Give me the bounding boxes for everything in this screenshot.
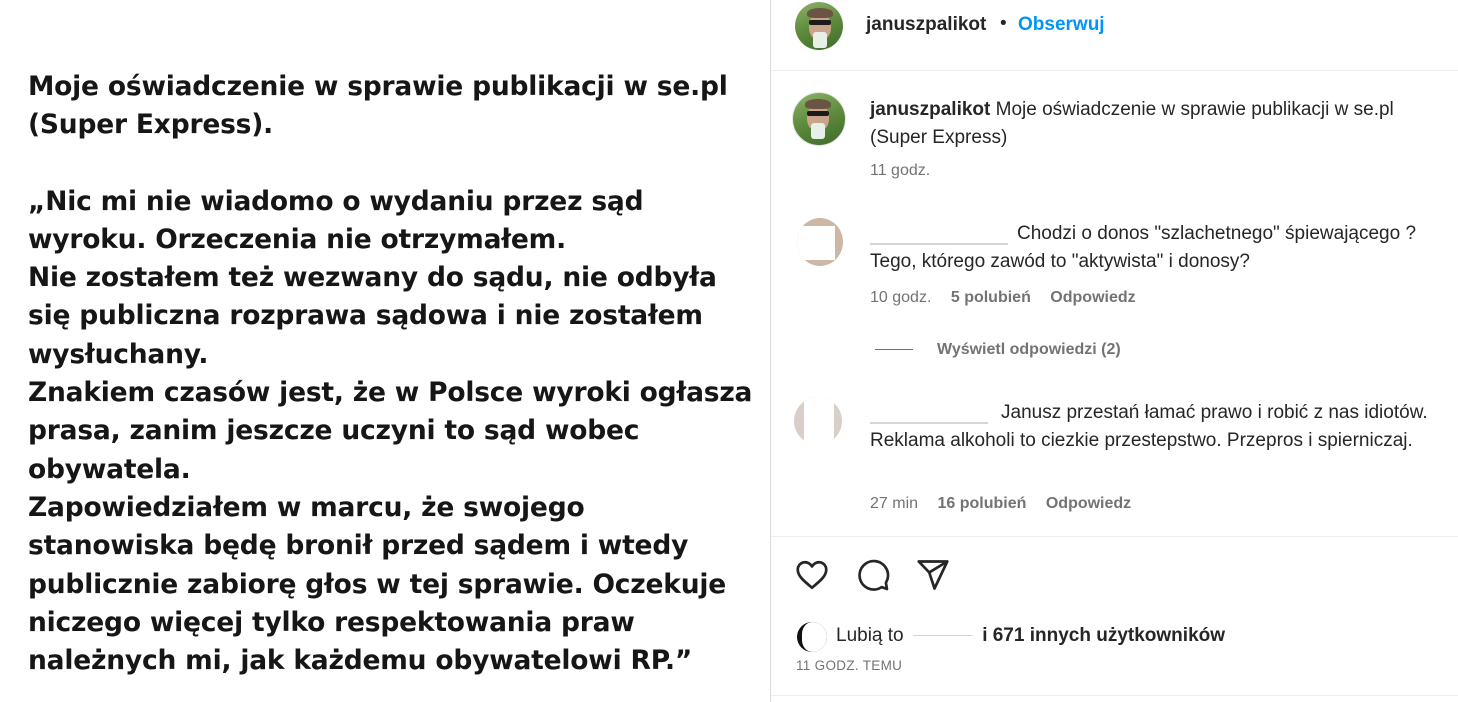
caption-username[interactable]: januszpalikot xyxy=(870,99,990,120)
comment-time[interactable]: 10 godz. xyxy=(870,289,931,306)
post-image: Moje oświadczenie w sprawie publikacji w… xyxy=(0,0,770,702)
post-image-line: wyroku. Orzeczenia nie otrzymałem. xyxy=(28,223,566,255)
bottom-divider xyxy=(771,695,1458,696)
author-username[interactable]: januszpalikot xyxy=(866,14,986,36)
post-image-line xyxy=(28,145,748,183)
comment-text: Chodzi o donos "szlachetnego" śpiewające… xyxy=(870,223,1417,272)
comment-likes[interactable]: 5 polubień xyxy=(951,289,1031,306)
comment-meta: 27 min 16 polubień Odpowiedz xyxy=(870,495,1146,513)
post-image-line: niczego więcej tylko respektowania praw xyxy=(28,606,635,638)
caption-text: januszpalikot Moje oświadczenie w sprawi… xyxy=(870,96,1445,152)
avatar-hair xyxy=(805,99,831,109)
caption-meta: 11 godz. xyxy=(870,162,945,180)
avatar-redaction xyxy=(804,397,834,445)
separator-dot: • xyxy=(1000,13,1007,34)
likes-prefix: Lubią to xyxy=(836,625,904,646)
avatar-hair xyxy=(807,8,833,18)
follow-button[interactable]: Obserwuj xyxy=(1018,14,1105,36)
reply-button[interactable]: Odpowiedz xyxy=(1050,289,1135,306)
post-image-line: wysłuchany. xyxy=(28,338,209,370)
post-image-line: (Super Express). xyxy=(28,109,274,141)
post-image-line: „Nic mi nie wiadomo o wydaniu przez sąd xyxy=(28,185,644,217)
post-image-line: się publiczna rozprawa sądowa i nie zost… xyxy=(28,300,703,332)
post-image-line: Nie zostałem też wezwany do sądu, nie od… xyxy=(28,262,717,294)
post-image-text: Moje oświadczenie w sprawie publikacji w… xyxy=(28,68,753,680)
avatar-redaction xyxy=(797,226,835,260)
post-image-line: należnych mi, jak każdemu obywatelowi RP… xyxy=(28,645,693,677)
actions-divider xyxy=(771,536,1458,537)
view-replies-label: Wyświetl odpowiedzi (2) xyxy=(937,341,1121,358)
avatar-bottle xyxy=(813,32,827,48)
commenter-avatar[interactable] xyxy=(794,397,842,445)
send-icon[interactable] xyxy=(915,557,951,593)
comment-text: Janusz przestań łamać prawo i robić z na… xyxy=(870,402,1428,451)
commenter-avatar[interactable] xyxy=(797,218,843,266)
post-image-line: Moje oświadczenie w sprawie publikacji w… xyxy=(28,71,728,102)
likes-summary[interactable]: Lubią to i 671 innych użytkowników xyxy=(836,625,1225,647)
post-image-line: publicznie zabiorę głos w tej sprawie. O… xyxy=(28,568,727,600)
avatar-bottle xyxy=(811,123,825,139)
comment-icon[interactable] xyxy=(855,557,891,593)
post-image-line: stanowiska będę bronił przed sądem i wte… xyxy=(28,530,689,562)
liker-avatar[interactable] xyxy=(797,622,827,652)
comment-likes[interactable]: 16 polubień xyxy=(937,495,1026,512)
author-avatar[interactable] xyxy=(795,2,843,50)
avatar-glasses xyxy=(807,111,829,116)
caption-time[interactable]: 11 godz. xyxy=(870,162,930,179)
post-header: januszpalikot • Obserwuj xyxy=(771,0,1458,71)
likes-count[interactable]: i 671 innych użytkowników xyxy=(982,625,1225,646)
view-replies-line xyxy=(875,349,913,351)
view-replies-button[interactable]: Wyświetl odpowiedzi (2) xyxy=(875,341,1121,359)
reply-button[interactable]: Odpowiedz xyxy=(1046,495,1131,512)
avatar-redaction xyxy=(802,622,827,652)
caption-author-avatar[interactable] xyxy=(792,92,846,146)
post-image-line: obywatela. xyxy=(28,453,191,485)
post-timestamp[interactable]: 11 GODZ. TEMU xyxy=(796,658,902,673)
post-image-line: Zapowiedziałem w marcu, że swojego xyxy=(28,491,585,523)
heart-icon[interactable] xyxy=(794,557,830,593)
post-image-line: prasa, zanim jeszcze uczyni to sąd wobec xyxy=(28,415,640,447)
avatar-glasses xyxy=(809,20,831,25)
liker-name-redacted xyxy=(912,635,973,637)
comment-time[interactable]: 27 min xyxy=(870,495,918,512)
comment-meta: 10 godz. 5 polubień Odpowiedz xyxy=(870,289,1151,307)
post-details-panel: januszpalikot • Obserwuj januszpalikot M… xyxy=(771,0,1458,702)
post-image-line: Znakiem czasów jest, że w Polsce wyroki … xyxy=(28,377,753,409)
